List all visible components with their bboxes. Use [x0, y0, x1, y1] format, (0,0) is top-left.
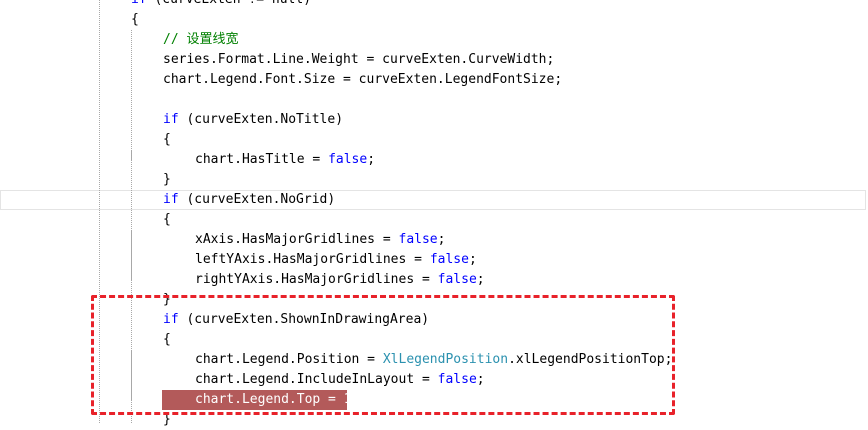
code-line[interactable]: if (curveExten.NoTitle): [163, 110, 343, 130]
code-line[interactable]: {: [131, 10, 139, 30]
code-token: if: [131, 0, 147, 7]
code-token: (curveExten != null): [147, 0, 311, 7]
indent-guide-line: [131, 230, 132, 280]
code-token: false: [398, 232, 438, 247]
code-line[interactable]: // 设置线宽: [163, 30, 238, 50]
code-line[interactable]: xAxis.HasMajorGridlines = false;: [195, 230, 445, 250]
code-token: series.Format.Line.Weight = curveExten.C…: [163, 52, 555, 67]
code-token: leftYAxis.HasMajorGridlines =: [195, 252, 430, 267]
code-token: ;: [437, 232, 446, 247]
code-line[interactable]: leftYAxis.HasMajorGridlines = false;: [195, 250, 477, 270]
code-line[interactable]: }: [163, 170, 171, 190]
code-line[interactable]: rightYAxis.HasMajorGridlines = false;: [195, 270, 485, 290]
code-token: false: [429, 252, 469, 267]
code-token: {: [163, 212, 171, 227]
code-line[interactable]: {: [163, 130, 171, 150]
code-token: chart.HasTitle =: [195, 152, 329, 167]
code-line[interactable]: series.Format.Line.Weight = curveExten.C…: [163, 50, 554, 70]
code-token: (curveExten.NoGrid): [178, 192, 336, 207]
code-token: rightYAxis.HasMajorGridlines =: [195, 272, 438, 287]
code-token: }: [163, 172, 171, 187]
current-line-highlight: [0, 190, 866, 210]
code-line[interactable]: if (curveExten.NoGrid): [163, 190, 335, 210]
code-token: if: [163, 112, 179, 127]
code-token: (curveExten.NoTitle): [178, 112, 344, 127]
red-dashed-annotation-box: [91, 295, 675, 415]
code-line[interactable]: {: [163, 210, 171, 230]
code-token: ;: [476, 272, 485, 287]
code-token: xAxis.HasMajorGridlines =: [195, 232, 399, 247]
code-token: {: [163, 132, 171, 147]
code-line[interactable]: if (curveExten != null): [131, 0, 311, 10]
code-token: false: [328, 152, 368, 167]
code-line[interactable]: chart.HasTitle = false;: [195, 150, 375, 170]
code-editor[interactable]: if (curveExten != null) { // 设置线宽 series.Fo…: [0, 0, 868, 427]
code-token: ;: [468, 252, 477, 267]
code-token: if: [163, 192, 179, 207]
code-token: chart.Legend.Font.Size = curveExten.Lege…: [163, 72, 563, 87]
code-token: {: [131, 12, 139, 27]
code-token: // 设置线宽: [163, 32, 239, 47]
code-token: ;: [367, 152, 376, 167]
code-token: false: [437, 272, 477, 287]
code-line[interactable]: chart.Legend.Font.Size = curveExten.Lege…: [163, 70, 562, 90]
indent-guide-line: [131, 150, 132, 160]
